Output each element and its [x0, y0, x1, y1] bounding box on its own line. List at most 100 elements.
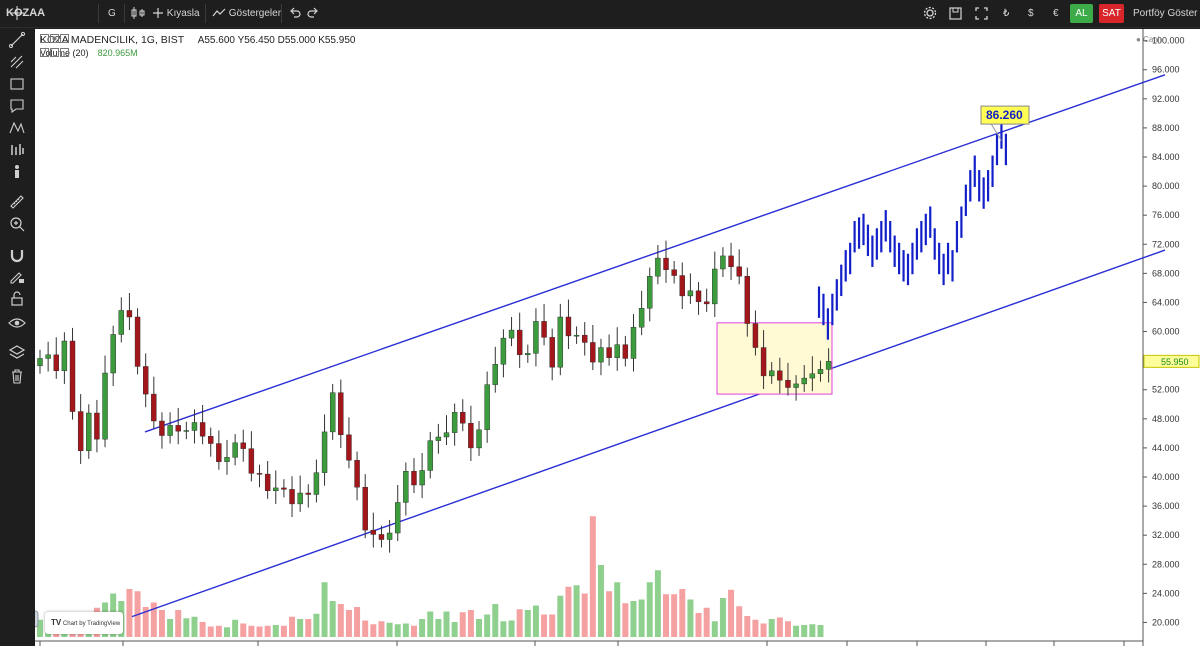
candle	[500, 337, 507, 365]
stay-in-drawing-tool[interactable]	[8, 268, 26, 286]
price-tick-label: 32.000	[1152, 530, 1180, 540]
portfolio-button[interactable]: Portföy Göster	[1133, 0, 1197, 27]
gear-icon	[923, 7, 937, 20]
magnet-tool[interactable]	[8, 246, 26, 264]
volume-bar	[752, 619, 759, 637]
icon-tool[interactable]	[8, 163, 26, 181]
consolidation-box[interactable]	[716, 322, 833, 395]
candle	[582, 334, 588, 343]
tradingview-watermark[interactable]: TV Chart by TradingView	[45, 612, 123, 634]
price-chart[interactable]: 100.00096.00092.00088.00084.00080.00076.…	[35, 29, 1200, 646]
chart-scroll-handle[interactable]	[35, 610, 39, 628]
save-button[interactable]	[949, 0, 962, 27]
interval-selector[interactable]: G	[108, 0, 116, 27]
remove-drawings-tool[interactable]	[8, 367, 26, 385]
volume-bar	[370, 624, 377, 637]
trash-icon	[12, 369, 22, 384]
price-tick-label: 88.000	[1152, 123, 1180, 133]
fullscreen-button[interactable]	[975, 0, 988, 27]
candle	[492, 364, 498, 385]
volume-bar	[183, 618, 190, 637]
undo-button[interactable]	[289, 0, 301, 27]
save-icon	[949, 7, 962, 20]
sell-button[interactable]: SAT	[1099, 4, 1124, 23]
currency-eur-button[interactable]: €	[1053, 0, 1059, 27]
chart-pane[interactable]: 100.000 96.000 92.000 88.000 84.000 80.000 76.…	[35, 29, 1200, 646]
volume-bar	[240, 623, 247, 637]
volume-bar	[394, 624, 401, 637]
candle	[273, 487, 279, 492]
volume-bar	[508, 620, 515, 637]
volume-bar	[451, 622, 458, 637]
candle	[516, 329, 523, 356]
tradingview-logo-icon: TV	[51, 618, 62, 627]
candle	[53, 354, 59, 372]
fib-tool[interactable]	[8, 53, 26, 71]
crosshair-tool[interactable]	[8, 4, 26, 22]
forecast-tool[interactable]	[8, 141, 26, 159]
candle	[663, 257, 669, 270]
currency-usd-button[interactable]: $	[1028, 0, 1034, 27]
top-toolbar: KOZAA G Kıyasla Göstergeler ₺ $ € AL SAT…	[0, 0, 1200, 28]
volume-bar	[622, 603, 629, 637]
volume-bar	[703, 607, 710, 637]
compare-button[interactable]: Kıyasla	[152, 0, 200, 27]
redo-button[interactable]	[307, 0, 319, 27]
candle	[809, 373, 816, 379]
volume-bar	[695, 613, 702, 637]
buy-button[interactable]: AL	[1070, 4, 1093, 23]
rectangle-tool[interactable]	[8, 75, 26, 93]
pattern-tool[interactable]	[8, 119, 26, 137]
volume-bar	[337, 604, 344, 637]
legend-close: K55.950	[318, 35, 356, 46]
price-tick-label: 64.000	[1152, 297, 1180, 307]
price-tick-label: 40.000	[1152, 472, 1180, 482]
target-callout-pointer	[989, 121, 1002, 141]
price-tick-label: 80.000	[1152, 181, 1180, 191]
trend-line-tool[interactable]	[8, 31, 26, 49]
undo-icon	[290, 7, 301, 18]
zoom-tool[interactable]	[8, 215, 26, 233]
bar-style-button[interactable]	[131, 0, 145, 27]
volume-bar	[557, 595, 564, 637]
visibility-tool[interactable]	[8, 314, 26, 332]
volume-bar	[809, 624, 816, 637]
candle	[199, 422, 206, 437]
layers-tool[interactable]	[8, 344, 26, 362]
candle	[655, 257, 661, 277]
volume-bar	[817, 625, 824, 637]
candle	[346, 434, 352, 461]
volume-bar	[443, 611, 450, 637]
measure-tool[interactable]	[8, 193, 26, 211]
volume-bar	[736, 606, 743, 637]
callout-tool[interactable]	[8, 97, 26, 115]
volume-bar	[297, 619, 304, 637]
currency-try-button[interactable]: ₺	[1003, 0, 1009, 27]
settings-button[interactable]	[923, 0, 937, 27]
legend-toggle-icons	[40, 34, 69, 43]
volume-bar	[524, 610, 531, 637]
magnet-icon	[10, 250, 24, 263]
volume-bar	[784, 621, 791, 637]
volume-bar	[280, 625, 287, 637]
callout-icon	[10, 99, 24, 114]
volume-bar	[248, 625, 255, 637]
candle	[94, 412, 100, 440]
pattern-icon	[9, 121, 25, 134]
volume-bar	[305, 619, 312, 637]
candle	[289, 489, 295, 505]
crosshair-icon	[10, 6, 24, 20]
upper-channel-line[interactable]	[144, 74, 1166, 433]
lock-tool[interactable]	[8, 290, 26, 308]
eye-icon	[8, 318, 26, 328]
price-tick-label: 48.000	[1152, 414, 1180, 424]
candle	[159, 420, 165, 436]
volume-bar	[272, 625, 279, 637]
indicators-button[interactable]: Göstergeler	[212, 0, 281, 27]
currency-eur-label: €	[1053, 8, 1059, 19]
price-tick-label: 28.000	[1152, 559, 1180, 569]
candle	[378, 534, 385, 540]
fullscreen-icon	[975, 7, 988, 20]
volume-bar	[687, 599, 694, 637]
volume-bar	[232, 619, 239, 637]
